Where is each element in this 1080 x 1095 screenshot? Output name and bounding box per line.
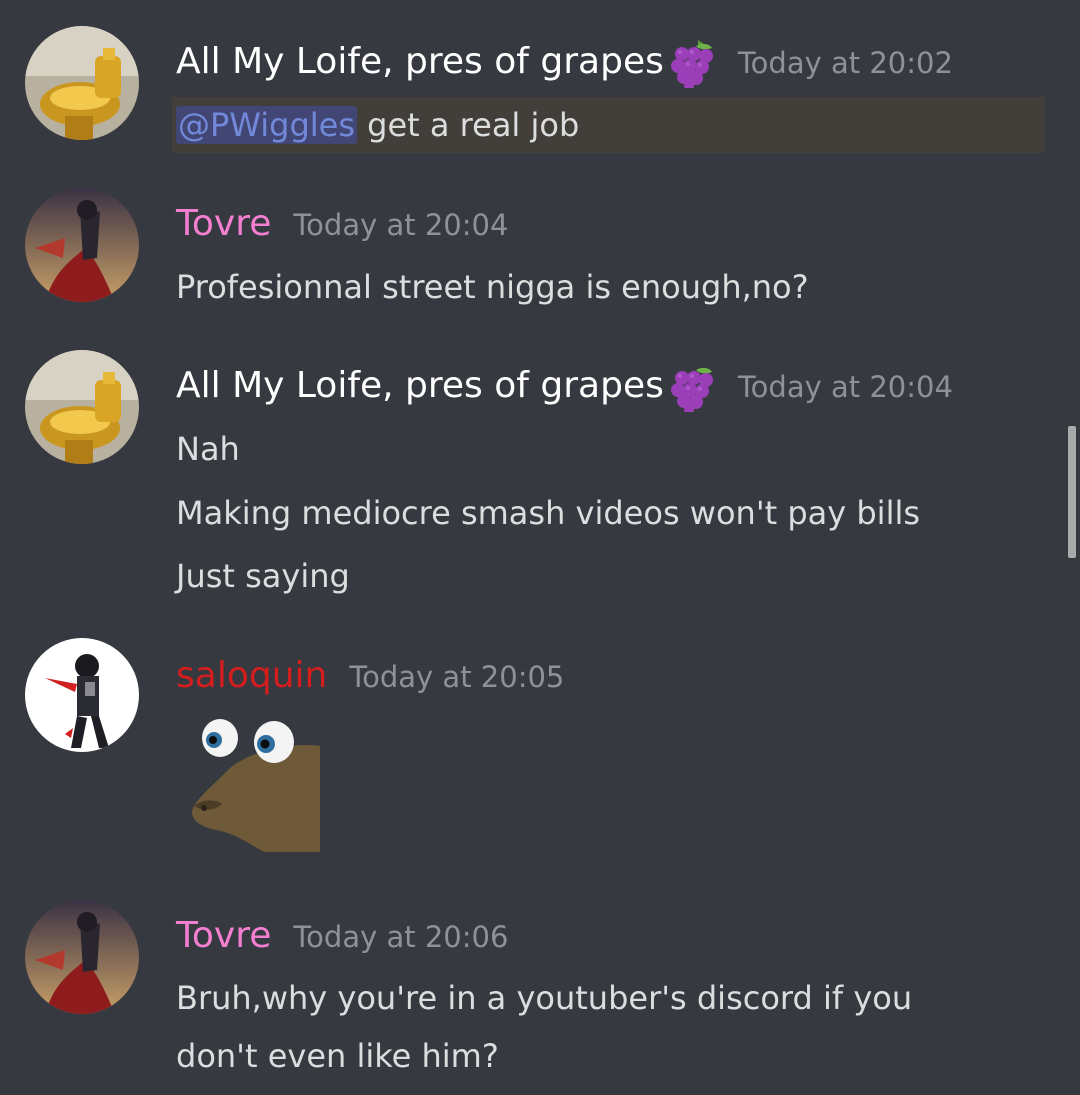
- avatar-gold-toilet[interactable]: [25, 350, 139, 464]
- message-header: All My Loife, pres of grapes Today at 20…: [176, 360, 953, 415]
- grapes-emoji-icon: [668, 36, 716, 91]
- message-text: don't even like him?: [176, 1037, 499, 1075]
- timestamp: Today at 20:02: [737, 46, 953, 80]
- message-header: Tovre Today at 20:04: [176, 198, 508, 250]
- username[interactable]: All My Loife, pres of grapes: [176, 360, 664, 412]
- message-text: Just saying: [176, 557, 350, 595]
- avatar-tovre[interactable]: [25, 900, 139, 1014]
- message-header: saloquin Today at 20:05: [176, 650, 564, 702]
- message-text: @PWiggles get a real job: [176, 103, 579, 147]
- scrollbar-thumb[interactable]: [1068, 426, 1076, 558]
- username[interactable]: All My Loife, pres of grapes: [176, 36, 664, 88]
- timestamp: Today at 20:04: [737, 370, 953, 404]
- message-text: Bruh,why you're in a youtuber's discord …: [176, 979, 913, 1017]
- avatar-gold-toilet[interactable]: [25, 26, 139, 140]
- message-body: get a real job: [357, 106, 580, 144]
- message-text: Making mediocre smash videos won't pay b…: [176, 494, 921, 532]
- grapes-emoji-icon: [668, 360, 716, 415]
- message-text: Profesionnal street nigga is enough,no?: [176, 268, 809, 306]
- avatar-tovre[interactable]: [25, 188, 139, 302]
- username[interactable]: Tovre: [176, 910, 271, 962]
- persona-art-icon: [25, 188, 139, 302]
- gold-toilet-icon: [25, 26, 139, 140]
- username[interactable]: saloquin: [176, 650, 327, 702]
- message-header: All My Loife, pres of grapes Today at 20…: [176, 36, 953, 91]
- avatar-saloquin[interactable]: [25, 638, 139, 752]
- timestamp: Today at 20:04: [293, 208, 509, 242]
- timestamp: Today at 20:06: [293, 920, 509, 954]
- timestamp: Today at 20:05: [349, 660, 565, 694]
- joker-art-icon: [25, 638, 139, 752]
- username[interactable]: Tovre: [176, 198, 271, 250]
- persona-art-icon: [25, 900, 139, 1014]
- message-text: Nah: [176, 430, 240, 468]
- googly-eyed-seal-emote-icon[interactable]: [186, 712, 320, 852]
- chat-message-list: All My Loife, pres of grapes Today at 20…: [0, 0, 1080, 1095]
- user-mention[interactable]: @PWiggles: [176, 106, 357, 144]
- gold-toilet-icon: [25, 350, 139, 464]
- message-header: Tovre Today at 20:06: [176, 910, 508, 962]
